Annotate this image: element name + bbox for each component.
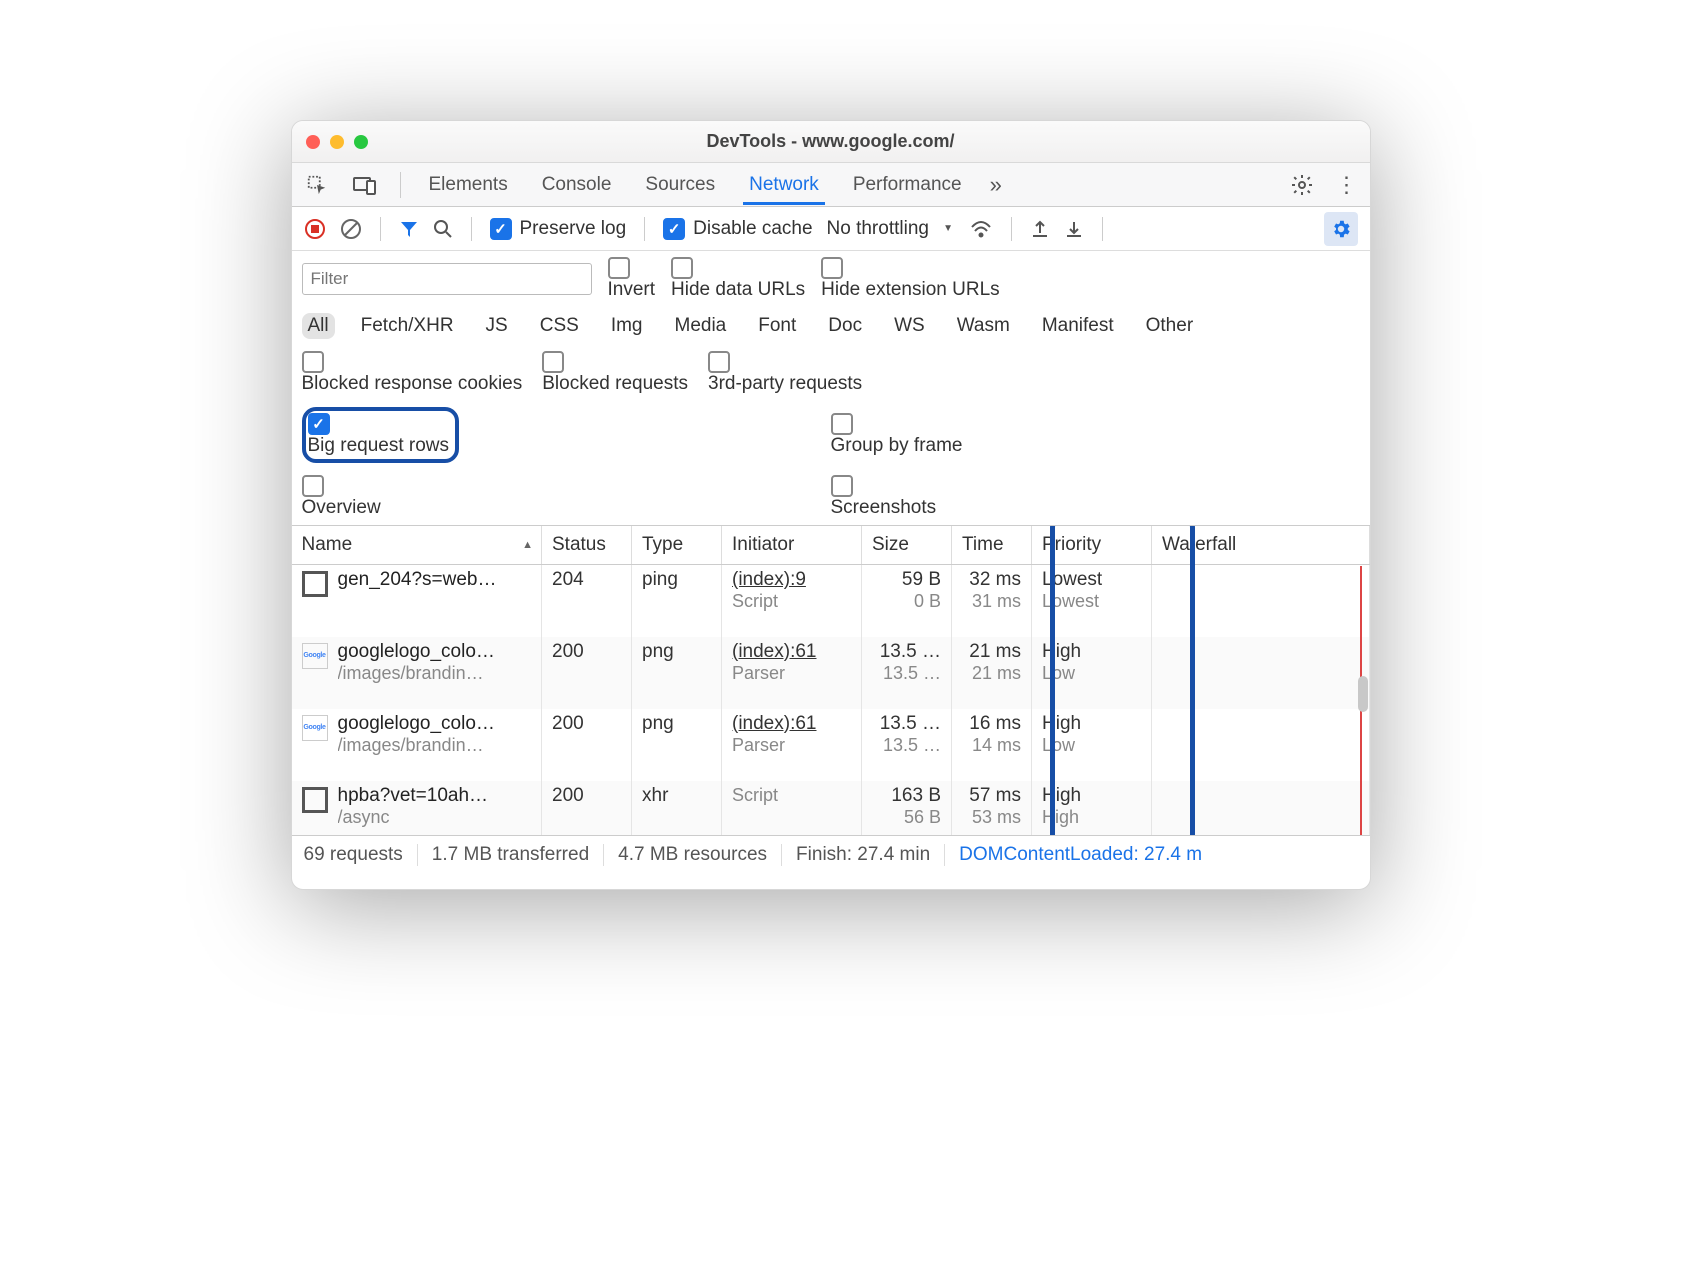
col-name[interactable]: Name	[292, 526, 542, 565]
inspect-element-icon[interactable]	[304, 172, 330, 198]
type-media[interactable]: Media	[669, 313, 733, 339]
record-button[interactable]	[304, 218, 326, 240]
device-toolbar-icon[interactable]	[352, 172, 378, 198]
col-priority[interactable]: Priority	[1032, 526, 1152, 565]
disable-cache-checkbox[interactable]: Disable cache	[663, 218, 812, 240]
hide-data-urls-checkbox[interactable]: Hide data URLs	[671, 257, 805, 301]
table-row[interactable]: Googlegooglelogo_colo…/images/brandin…20…	[292, 637, 1370, 709]
status-bar: 69 requests 1.7 MB transferred 4.7 MB re…	[292, 835, 1370, 873]
network-conditions-icon[interactable]	[969, 219, 993, 239]
col-status[interactable]: Status	[542, 526, 632, 565]
kebab-menu-icon[interactable]: ⋮	[1336, 172, 1358, 198]
type-js[interactable]: JS	[480, 313, 514, 339]
group-by-frame-checkbox[interactable]: Group by frame	[831, 413, 963, 457]
tab-performance[interactable]: Performance	[847, 165, 968, 205]
status-transferred: 1.7 MB transferred	[418, 844, 604, 866]
type-manifest[interactable]: Manifest	[1036, 313, 1120, 339]
close-window-icon[interactable]	[306, 135, 320, 149]
panel-tabs: Elements Console Sources Network Perform…	[292, 163, 1370, 207]
network-table: Name Status Type Initiator Size Time Pri…	[292, 525, 1370, 835]
status-requests: 69 requests	[304, 844, 418, 866]
third-party-checkbox[interactable]: 3rd-party requests	[708, 351, 862, 395]
status-resources: 4.7 MB resources	[604, 844, 782, 866]
type-img[interactable]: Img	[605, 313, 649, 339]
table-row[interactable]: Googlegooglelogo_colo…/images/brandin…20…	[292, 709, 1370, 781]
settings-icon[interactable]	[1290, 173, 1314, 197]
network-toolbar: Preserve log Disable cache No throttling	[292, 207, 1370, 251]
scrollbar-thumb[interactable]	[1358, 676, 1368, 712]
throttling-select[interactable]: No throttling	[827, 218, 955, 240]
overview-checkbox[interactable]: Overview	[302, 475, 381, 519]
more-tabs-icon[interactable]: »	[990, 172, 1002, 198]
resource-type-filter: All Fetch/XHR JS CSS Img Media Font Doc …	[292, 307, 1370, 345]
resource-placeholder-icon	[302, 787, 328, 813]
titlebar: DevTools - www.google.com/	[292, 121, 1370, 163]
col-type[interactable]: Type	[632, 526, 722, 565]
type-font[interactable]: Font	[752, 313, 802, 339]
preserve-log-label: Preserve log	[520, 218, 627, 240]
initiator-link[interactable]: (index):9	[732, 569, 806, 590]
window-title: DevTools - www.google.com/	[706, 131, 954, 152]
type-css[interactable]: CSS	[534, 313, 585, 339]
clear-button[interactable]	[340, 218, 362, 240]
devtools-window: DevTools - www.google.com/ Elements Cons…	[291, 120, 1371, 890]
initiator-link[interactable]: (index):61	[732, 641, 817, 662]
type-all[interactable]: All	[302, 313, 335, 339]
col-size[interactable]: Size	[862, 526, 952, 565]
status-finish: Finish: 27.4 min	[782, 844, 945, 866]
hide-extension-urls-checkbox[interactable]: Hide extension URLs	[821, 257, 999, 301]
col-initiator[interactable]: Initiator	[722, 526, 862, 565]
blocked-cookies-checkbox[interactable]: Blocked response cookies	[302, 351, 523, 395]
table-row[interactable]: gen_204?s=web…204ping(index):9Script59 B…	[292, 565, 1370, 637]
screenshots-checkbox[interactable]: Screenshots	[831, 475, 937, 519]
preserve-log-checkbox[interactable]: Preserve log	[490, 218, 627, 240]
disable-cache-label: Disable cache	[693, 218, 812, 240]
blocked-requests-checkbox[interactable]: Blocked requests	[542, 351, 688, 395]
upload-har-icon[interactable]	[1030, 219, 1050, 239]
type-ws[interactable]: WS	[888, 313, 931, 339]
tab-console[interactable]: Console	[536, 165, 618, 205]
google-favicon-icon: Google	[302, 715, 328, 741]
big-request-rows-checkbox[interactable]: Big request rows	[308, 413, 450, 457]
filter-input[interactable]	[302, 263, 592, 295]
col-waterfall[interactable]: Waterfall	[1152, 526, 1370, 565]
google-favicon-icon: Google	[302, 643, 328, 669]
initiator-link[interactable]: (index):61	[732, 713, 817, 734]
resource-placeholder-icon	[302, 571, 328, 597]
type-doc[interactable]: Doc	[822, 313, 868, 339]
type-fetch-xhr[interactable]: Fetch/XHR	[355, 313, 460, 339]
filter-row: Invert Hide data URLs Hide extension URL…	[292, 251, 1370, 307]
invert-checkbox[interactable]: Invert	[608, 257, 656, 301]
type-other[interactable]: Other	[1140, 313, 1200, 339]
minimize-window-icon[interactable]	[330, 135, 344, 149]
network-settings-icon[interactable]	[1324, 212, 1358, 246]
tab-elements[interactable]: Elements	[423, 165, 514, 205]
tab-network[interactable]: Network	[743, 165, 825, 205]
download-har-icon[interactable]	[1064, 219, 1084, 239]
status-dcl: DOMContentLoaded: 27.4 m	[945, 844, 1202, 866]
table-row[interactable]: hpba?vet=10ah…/async200xhrScript163 B56 …	[292, 781, 1370, 836]
maximize-window-icon[interactable]	[354, 135, 368, 149]
type-wasm[interactable]: Wasm	[951, 313, 1016, 339]
col-time[interactable]: Time	[952, 526, 1032, 565]
extra-filters: Blocked response cookies Blocked request…	[292, 345, 1370, 401]
filter-icon[interactable]	[399, 219, 419, 239]
search-icon[interactable]	[433, 219, 453, 239]
tab-sources[interactable]: Sources	[639, 165, 721, 205]
